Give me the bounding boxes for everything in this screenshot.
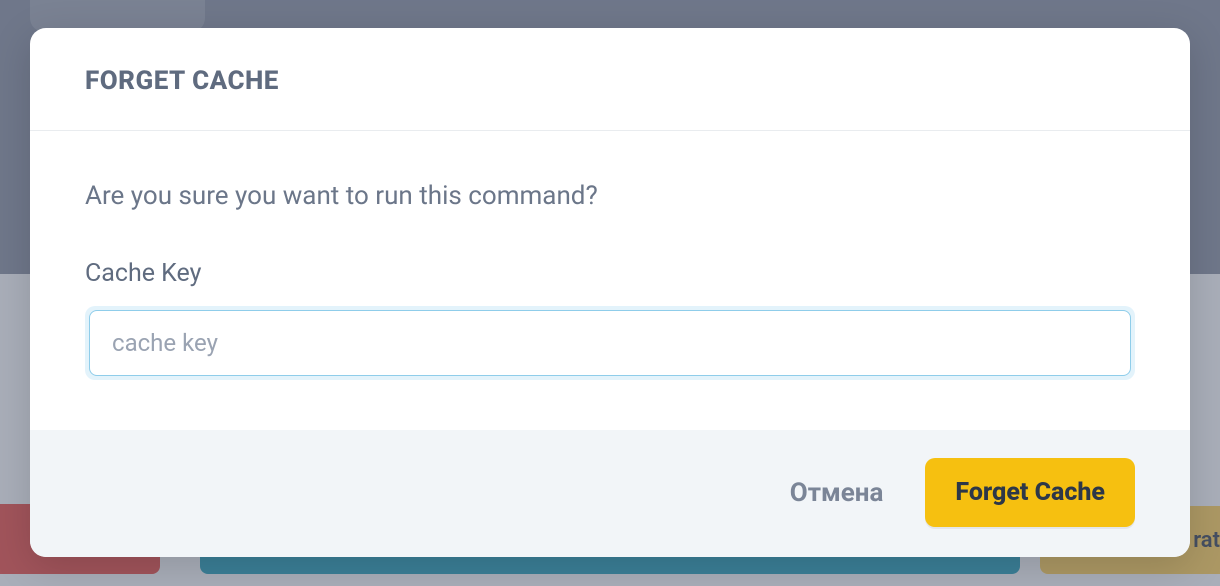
modal-footer: Отмена Forget Cache — [30, 430, 1190, 557]
forget-cache-modal: FORGET CACHE Are you sure you want to ru… — [30, 28, 1190, 557]
modal-question-text: Are you sure you want to run this comman… — [85, 181, 1135, 211]
cancel-button[interactable]: Отмена — [786, 470, 888, 516]
modal-body: Are you sure you want to run this comman… — [30, 131, 1190, 430]
modal-title: FORGET CACHE — [85, 66, 1135, 96]
cache-key-input-wrapper — [85, 306, 1135, 380]
cache-key-label: Cache Key — [85, 259, 1135, 288]
modal-header: FORGET CACHE — [30, 28, 1190, 131]
cache-key-input[interactable] — [89, 310, 1131, 376]
forget-cache-button[interactable]: Forget Cache — [925, 458, 1135, 527]
